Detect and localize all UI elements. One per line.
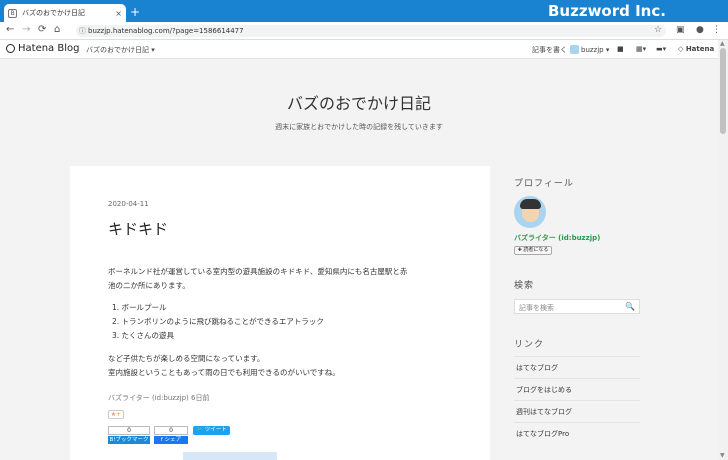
blog-menu-dropdown[interactable]: バズのおでかけ日記 ▾ [86, 45, 155, 55]
article-paragraph-1: ボーネルンド社が運営している室内型の遊具施設のキドキド、愛知県内にも名古屋駅と赤… [108, 265, 453, 293]
star-bookmark-icon[interactable]: ☆ [654, 25, 662, 35]
profile-name-link[interactable]: バズライター (id:buzzjp) [514, 233, 600, 243]
avatar-hair [520, 199, 541, 209]
notification-icon[interactable]: ▬▾ [656, 45, 666, 53]
search-input[interactable]: 記事を検索 🔍 [514, 299, 640, 314]
article-list: 1. ボールプール 2. トランポリンのように飛び跳ねることができるエアトラック… [112, 301, 324, 343]
paragraph-line: 室内施設ということもあって雨の日でも利用できるのがいいですね。 [108, 368, 340, 377]
paragraph-line: 池の二か所にあります。 [108, 281, 190, 290]
tweet-button[interactable]: 🐦 ツイート [193, 426, 230, 435]
address-bar-row: ← → ⟳ ⌂ buzzjp.hatenablog.com/?page=1586… [0, 22, 728, 40]
bookmark-icon[interactable]: ■ [617, 45, 624, 53]
page-scrollbar[interactable]: ▲ ▼ [718, 40, 728, 460]
paragraph-line: など子供たちが楽しめる空間になっています。 [108, 354, 265, 363]
hatena-link[interactable]: ◇ Hatena [678, 45, 714, 53]
list-item: 1. ボールプール [112, 303, 167, 312]
scroll-thumb[interactable] [720, 48, 726, 134]
blog-title[interactable]: バズのおでかけ日記 [0, 90, 718, 114]
hatena-mark-icon: ◇ [678, 45, 684, 53]
extension-icon[interactable]: ▣ [676, 25, 685, 35]
url-input[interactable]: buzzjp.hatenablog.com/?page=1586614477 [76, 25, 666, 37]
new-tab-button[interactable]: + [130, 5, 140, 19]
hatena-logo-text: Hatena Blog [18, 43, 80, 54]
forward-icon[interactable]: → [22, 24, 30, 35]
search-icon[interactable]: 🔍 [625, 302, 635, 311]
hatena-header-bar: Hatena Blog バズのおでかけ日記 ▾ 記事を書く buzzjp ▾ ■… [0, 40, 718, 59]
hatena-label: Hatena [685, 45, 715, 53]
list-item: 3. たくさんの遊具 [112, 331, 175, 340]
hatena-logo-icon [6, 44, 15, 53]
scroll-up-icon[interactable]: ▲ [720, 40, 725, 47]
scroll-down-icon[interactable]: ▼ [720, 452, 725, 459]
add-star-button[interactable]: ★+ [108, 410, 124, 419]
sidebar-link-weekly[interactable]: 週刊はてなブログ [514, 400, 640, 422]
back-icon[interactable]: ← [6, 24, 14, 35]
article-card: 2020-04-11 キドキド ボーネルンド社が運営している室内型の遊具施設のキ… [70, 166, 490, 460]
article-paragraph-2: など子供たちが楽しめる空間になっています。 室内施設ということもあって雨の日でも… [108, 352, 453, 380]
menu-icon[interactable]: ⋮ [712, 25, 721, 35]
share-label: f シェア [154, 436, 188, 444]
search-heading: 検索 [514, 281, 535, 291]
sidebar-link-start-blog[interactable]: ブログをはじめる [514, 378, 640, 400]
avatar[interactable] [514, 196, 546, 228]
hatena-blog-logo[interactable]: Hatena Blog [6, 43, 79, 54]
info-icon[interactable]: ⓘ [79, 26, 86, 36]
links-heading: リンク [514, 340, 545, 350]
user-avatar [570, 45, 579, 54]
article-byline[interactable]: バズライター (id:buzzjp) 6日前 [108, 393, 209, 403]
reload-icon[interactable]: ⟳ [38, 24, 46, 35]
apps-grid-icon[interactable]: ▦▾ [636, 45, 646, 53]
sidebar-link-hatenablog[interactable]: はてなブログ [514, 356, 640, 378]
paragraph-line: ボーネルンド社が運営している室内型の遊具施設のキドキド、愛知県内にも名古屋駅と赤 [108, 267, 408, 276]
brand-watermark: Buzzword Inc. [548, 2, 666, 20]
favicon-icon: B [8, 8, 17, 18]
bookmark-count: 0 [108, 426, 150, 435]
profile-icon[interactable]: ● [696, 25, 704, 35]
tab-title: バズのおでかけ日記 [22, 9, 85, 17]
share-count: 0 [154, 426, 188, 435]
article-date[interactable]: 2020-04-11 [108, 200, 149, 208]
browser-tab-bar: B バズのおでかけ日記 × + Buzzword Inc. [0, 0, 728, 22]
write-article-link[interactable]: 記事を書く [532, 45, 567, 55]
tweet-label: ツイート [204, 427, 227, 433]
profile-heading: プロフィール [514, 179, 574, 189]
twitter-bird-icon: 🐦 [196, 427, 204, 433]
browser-tab[interactable]: B バズのおでかけ日記 × [4, 4, 126, 22]
close-tab-icon[interactable]: × [115, 9, 122, 18]
bookmark-label: B!ブックマーク [108, 436, 150, 444]
search-placeholder: 記事を検索 [519, 304, 554, 312]
become-reader-button[interactable]: ✚ 読者になる [514, 246, 552, 255]
hatena-bookmark-button[interactable]: 0 B!ブックマーク [108, 426, 150, 444]
sidebar-link-pro[interactable]: はてなブログPro [514, 422, 640, 444]
user-menu[interactable]: buzzjp ▾ [570, 45, 609, 54]
blog-description: 週末に家族とおでかけした時の記録を残していきます [275, 123, 443, 131]
home-icon[interactable]: ⌂ [54, 24, 60, 35]
ad-banner[interactable] [183, 452, 277, 460]
list-item: 2. トランポリンのように飛び跳ねることができるエアトラック [112, 317, 324, 326]
facebook-share-button[interactable]: 0 f シェア [154, 426, 188, 444]
article-title[interactable]: キドキド [108, 218, 168, 239]
user-label: buzzjp ▾ [581, 45, 610, 54]
